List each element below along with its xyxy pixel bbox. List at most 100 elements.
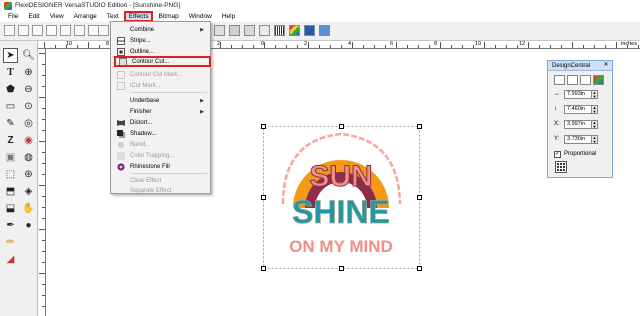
selection-handle[interactable] bbox=[417, 195, 422, 200]
text-tool-icon[interactable]: T bbox=[3, 65, 18, 80]
blend-icon bbox=[117, 141, 125, 149]
menu-item-blend[interactable]: Blend... bbox=[111, 139, 210, 150]
ruler-tick bbox=[42, 306, 45, 307]
menu-item-rhinestone-fill[interactable]: Rhinestone Fill bbox=[111, 161, 210, 172]
select-tool-icon[interactable]: ➤ bbox=[3, 48, 18, 63]
menu-item-separate-effect[interactable]: Separate Effect bbox=[111, 185, 210, 196]
zoom-fit-icon[interactable]: ⊙ bbox=[21, 99, 36, 114]
undo-icon[interactable] bbox=[60, 25, 71, 36]
sunshine-artwork[interactable]: SUN SHINE ON MY MIND bbox=[261, 124, 422, 271]
y-field[interactable]: 3.730in bbox=[564, 134, 592, 144]
menu-edit[interactable]: Edit bbox=[23, 11, 44, 22]
menu-help[interactable]: Help bbox=[217, 11, 240, 22]
zoom-selection-icon[interactable]: ◉ bbox=[21, 133, 36, 148]
ruler-tick bbox=[275, 45, 276, 48]
color-palette-icon[interactable] bbox=[289, 25, 300, 36]
selection-handle[interactable] bbox=[261, 266, 266, 271]
copy-icon[interactable] bbox=[98, 25, 109, 36]
arrange-icon[interactable] bbox=[244, 25, 255, 36]
selection-handle[interactable] bbox=[339, 266, 344, 271]
ruler-tick bbox=[42, 174, 45, 175]
color-tab-icon[interactable] bbox=[593, 75, 604, 85]
width-spinner[interactable]: ▲ ▼ bbox=[592, 89, 598, 99]
group-icon[interactable] bbox=[229, 25, 240, 36]
redo-icon[interactable] bbox=[74, 25, 85, 36]
zoom-out-icon[interactable]: ⊖ bbox=[21, 82, 36, 97]
menu-item-icut-mark[interactable]: iCut Mark... bbox=[111, 80, 210, 91]
ruler-tick bbox=[42, 152, 45, 153]
shape-tool-icon[interactable]: ⬟ bbox=[3, 82, 18, 97]
zoom-in-icon[interactable]: ⊕ bbox=[21, 65, 36, 80]
selection-handle[interactable] bbox=[417, 124, 422, 129]
menu-item-combine[interactable]: Combine ▶ bbox=[111, 24, 210, 35]
grid-icon[interactable] bbox=[259, 25, 270, 36]
contour-cut-mark-icon bbox=[117, 70, 125, 79]
close-icon[interactable]: ✕ bbox=[602, 61, 610, 69]
fill-tool-icon[interactable]: ▣ bbox=[3, 150, 18, 165]
mirror-tab-icon[interactable] bbox=[580, 75, 591, 85]
eyedropper-tool-icon[interactable]: ⬚ bbox=[3, 167, 18, 182]
menu-arrange[interactable]: Arrange bbox=[69, 11, 102, 22]
measure-tool-icon[interactable]: ⬓ bbox=[3, 201, 18, 216]
menu-item-contour-cut[interactable]: Contour Cut... bbox=[114, 56, 211, 67]
transform-tool-icon[interactable]: ⬒ bbox=[3, 184, 18, 199]
menu-item-finisher[interactable]: Finisher ▶ bbox=[111, 106, 210, 117]
menu-item-distort[interactable]: Distort... bbox=[111, 117, 210, 128]
height-field[interactable]: 7.460in bbox=[564, 104, 592, 114]
pen-tool-icon[interactable]: ✒ bbox=[3, 218, 18, 233]
x-spinner[interactable]: ▲ ▼ bbox=[592, 119, 598, 129]
selection-handle[interactable] bbox=[261, 124, 266, 129]
ruler-tick bbox=[55, 45, 56, 48]
rotate-tab-icon[interactable] bbox=[567, 75, 578, 85]
ruler-tick bbox=[42, 196, 45, 197]
eraser-tool-icon[interactable]: ◢ bbox=[3, 252, 18, 267]
menu-file[interactable]: File bbox=[3, 11, 23, 22]
send-to-cutter-icon[interactable] bbox=[304, 25, 315, 36]
ruler-tick bbox=[39, 97, 45, 98]
menu-item-stripe[interactable]: Stripe... bbox=[111, 35, 210, 46]
menu-item-label: Clear Effect bbox=[130, 177, 162, 184]
main-toolbar bbox=[0, 22, 640, 41]
pencil-tool-icon[interactable]: ✏ bbox=[3, 235, 18, 250]
menu-view[interactable]: View bbox=[45, 11, 69, 22]
height-spinner[interactable]: ▲ ▼ bbox=[592, 104, 598, 114]
menu-item-underbase[interactable]: Underbase ▶ bbox=[111, 95, 210, 106]
y-row: Y: 3.730in ▲ ▼ bbox=[554, 134, 598, 144]
pan-tool-icon[interactable]: ✋ bbox=[21, 201, 36, 216]
rectangle-tool-icon[interactable]: ▭ bbox=[3, 99, 18, 114]
menu-item-contour-cut-mark[interactable]: Contour Cut Mark... bbox=[111, 69, 210, 80]
selection-handle[interactable] bbox=[339, 124, 344, 129]
print-icon[interactable] bbox=[46, 25, 57, 36]
selection-handle[interactable] bbox=[417, 266, 422, 271]
save-icon[interactable] bbox=[32, 25, 43, 36]
weld-tool-icon[interactable]: Z bbox=[3, 133, 18, 148]
zoom-width-icon[interactable]: ◈ bbox=[21, 184, 36, 199]
size-tab-icon[interactable] bbox=[554, 75, 565, 85]
zoom-all-icon[interactable]: ⊛ bbox=[21, 167, 36, 182]
ruler-tick bbox=[583, 45, 584, 48]
x-label: X: bbox=[554, 121, 560, 127]
open-folder-icon[interactable] bbox=[18, 25, 29, 36]
x-field[interactable]: 3.997in bbox=[564, 119, 592, 129]
y-spinner[interactable]: ▲ ▼ bbox=[592, 134, 598, 144]
barcode-icon[interactable] bbox=[274, 25, 285, 36]
menu-item-label: Distort... bbox=[130, 119, 153, 126]
zoom-previous-icon[interactable]: ◍ bbox=[21, 150, 36, 165]
align-icon[interactable] bbox=[214, 25, 225, 36]
ruler-tick bbox=[616, 42, 617, 48]
ruler-tick bbox=[39, 53, 45, 54]
menu-item-color-trapping[interactable]: Color Trapping... bbox=[111, 150, 210, 161]
proportional-checkbox[interactable]: ✓ bbox=[554, 150, 561, 158]
production-manager-icon[interactable] bbox=[319, 25, 330, 36]
ruler-tick bbox=[396, 42, 397, 48]
width-field[interactable]: 7.993in bbox=[564, 89, 592, 99]
menu-item-shadow[interactable]: Shadow... bbox=[111, 128, 210, 139]
anchor-point-icon[interactable] bbox=[555, 161, 567, 173]
selection-handle[interactable] bbox=[261, 195, 266, 200]
knife-tool-icon[interactable]: ✎ bbox=[3, 116, 18, 131]
new-document-icon[interactable] bbox=[4, 25, 15, 36]
zoom-page-icon[interactable]: ◎ bbox=[21, 116, 36, 131]
blank-icon bbox=[117, 108, 125, 116]
fill-color-icon[interactable]: ● bbox=[21, 218, 36, 233]
zoom-tool-icon[interactable]: 🔍︎ bbox=[21, 48, 36, 63]
